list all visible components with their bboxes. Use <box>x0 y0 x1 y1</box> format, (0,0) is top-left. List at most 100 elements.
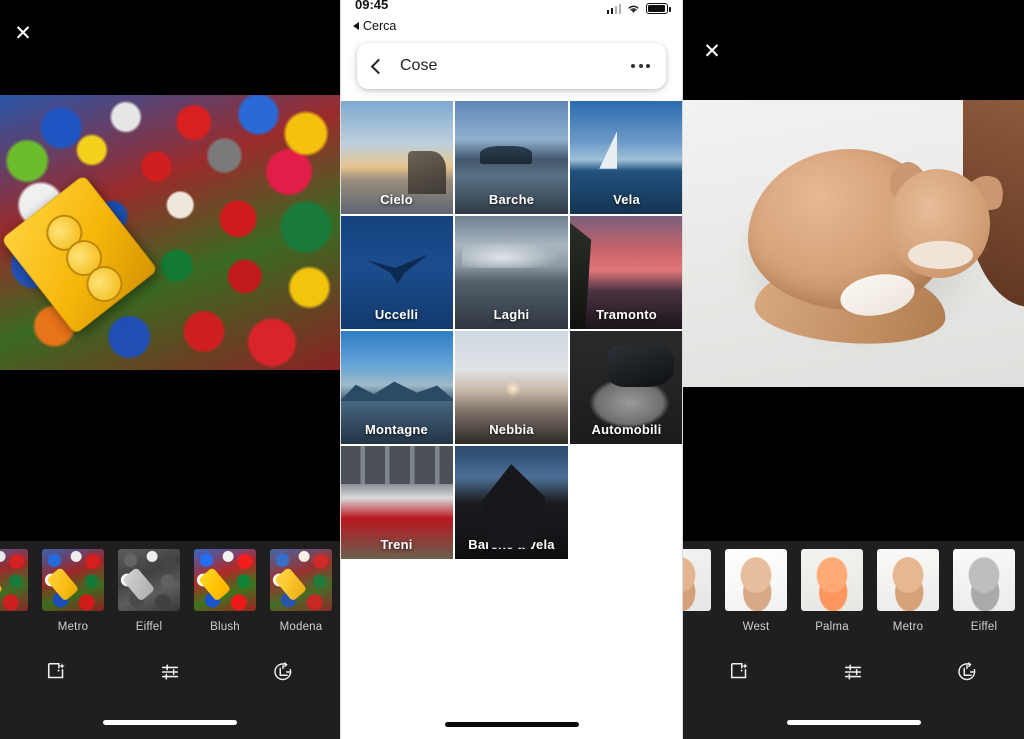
lego-bricks-photo[interactable] <box>0 95 340 370</box>
filter-preview-content <box>118 549 180 611</box>
filter-name-label: Metro <box>877 621 939 633</box>
filter-preview-image <box>801 549 863 611</box>
left-home-indicator-area <box>0 705 340 739</box>
lego-photo-content <box>0 95 340 370</box>
left-editor-header: ✕ <box>0 0 340 95</box>
filter-preview-image <box>270 549 332 611</box>
cat-photo-content <box>683 100 1024 387</box>
category-tile[interactable]: Treni <box>340 446 453 559</box>
filter-preview-content <box>877 549 939 611</box>
back-caret-icon <box>353 22 359 30</box>
more-options-icon[interactable] <box>631 64 650 68</box>
auto-enhance-icon[interactable] <box>37 652 77 692</box>
left-photo-stage <box>0 95 340 541</box>
adjustments-icon[interactable] <box>833 652 873 692</box>
right-photo-editor: ✕ Wes <box>683 0 1024 739</box>
category-tile-label: Automobili <box>570 422 683 437</box>
status-time: 09:45 <box>355 0 388 12</box>
cellular-signal-icon <box>607 4 622 14</box>
right-photo-stage <box>683 100 1024 541</box>
home-indicator <box>103 720 237 725</box>
filter-preview-content <box>0 549 28 611</box>
right-filter-strip[interactable]: West Palma Metro Eiffel <box>683 541 1024 639</box>
category-tile-label: Montagne <box>340 422 453 437</box>
filter-thumbnail[interactable]: Metro <box>42 549 104 633</box>
category-tile-label: Laghi <box>455 307 568 322</box>
filter-name-label: Eiffel <box>118 621 180 633</box>
filter-thumbnail[interactable] <box>683 549 711 621</box>
category-tile[interactable]: Tramonto <box>570 216 683 329</box>
filter-thumbnail[interactable]: Metro <box>877 549 939 633</box>
battery-icon <box>646 3 668 14</box>
status-indicators <box>607 3 669 14</box>
wifi-icon <box>626 3 641 14</box>
home-indicator <box>787 720 921 725</box>
filter-name-label: West <box>725 621 787 633</box>
filter-preview-image <box>194 549 256 611</box>
filter-preview-image <box>725 549 787 611</box>
close-icon[interactable]: ✕ <box>695 34 729 68</box>
adjustments-icon[interactable] <box>150 652 190 692</box>
right-editor-header: ✕ <box>683 0 1024 100</box>
filter-thumbnail[interactable]: Eiffel <box>953 549 1015 633</box>
back-link-label: Cerca <box>363 19 396 33</box>
filter-thumbnail[interactable]: Eiffel <box>118 549 180 633</box>
filter-preview-image <box>877 549 939 611</box>
car-shape <box>608 345 674 388</box>
category-tile[interactable]: Uccelli <box>340 216 453 329</box>
close-icon[interactable]: ✕ <box>6 16 40 50</box>
category-tile-label: Nebbia <box>455 422 568 437</box>
left-phone-panel: ✕ Metro Eiffel Blush Modena <box>0 0 340 739</box>
category-tile-label: Barche <box>455 192 568 207</box>
filter-preview-content <box>194 549 256 611</box>
filter-preview-content <box>725 549 787 611</box>
category-tile-label: Uccelli <box>340 307 453 322</box>
cat-muzzle <box>908 241 973 270</box>
search-bar[interactable]: Cose <box>357 43 666 89</box>
category-tile[interactable]: Barche a vela <box>455 446 568 559</box>
category-tile[interactable]: Cielo <box>340 101 453 214</box>
search-title: Cose <box>400 57 631 75</box>
filter-thumbnail[interactable] <box>0 549 28 621</box>
back-to-search-link[interactable]: Cerca <box>341 17 682 33</box>
left-editor-toolbar <box>0 639 340 705</box>
filter-preview-content <box>270 549 332 611</box>
filter-preview-image <box>42 549 104 611</box>
left-filter-strip[interactable]: Metro Eiffel Blush Modena <box>0 541 340 639</box>
category-tile[interactable]: Nebbia <box>455 331 568 444</box>
filter-thumbnail[interactable]: Modena <box>270 549 332 633</box>
filter-preview-image <box>0 549 28 611</box>
category-tile-label: Barche a vela <box>455 537 568 552</box>
filter-preview-content <box>683 549 711 611</box>
right-editor-toolbar <box>683 639 1024 705</box>
filter-preview-content <box>42 549 104 611</box>
middle-phone-panel: 09:45 Cerca Cose <box>340 0 683 739</box>
category-tile-label: Cielo <box>340 192 453 207</box>
category-tile[interactable]: Laghi <box>455 216 568 329</box>
category-tile[interactable]: Automobili <box>570 331 683 444</box>
filter-preview-content <box>953 549 1015 611</box>
filter-preview-image <box>683 549 711 611</box>
three-phone-screenshot-composite: ✕ Metro Eiffel Blush Modena <box>0 0 1024 739</box>
filter-preview-content <box>801 549 863 611</box>
filter-name-label: Palma <box>801 621 863 633</box>
crop-rotate-icon[interactable] <box>263 652 303 692</box>
right-phone-panel: ✕ Wes <box>683 0 1024 739</box>
filter-name-label: Metro <box>42 621 104 633</box>
filter-thumbnail[interactable]: Blush <box>194 549 256 633</box>
category-tile-label: Vela <box>570 192 683 207</box>
category-tile-grid: CieloBarcheVela UccelliLaghiTramonto Monta… <box>341 101 682 559</box>
sleeping-cat-photo[interactable] <box>683 100 1024 387</box>
filter-thumbnail[interactable]: Palma <box>801 549 863 633</box>
empty-space <box>341 559 682 709</box>
auto-enhance-icon[interactable] <box>720 652 760 692</box>
crop-rotate-icon[interactable] <box>947 652 987 692</box>
filter-name-label: Blush <box>194 621 256 633</box>
category-tile[interactable]: Montagne <box>340 331 453 444</box>
filter-thumbnail[interactable]: West <box>725 549 787 633</box>
chevron-left-icon[interactable] <box>371 58 387 74</box>
filter-name-label: Modena <box>270 621 332 633</box>
category-tile[interactable]: Barche <box>455 101 568 214</box>
category-tile[interactable]: Vela <box>570 101 683 214</box>
filter-preview-image <box>118 549 180 611</box>
